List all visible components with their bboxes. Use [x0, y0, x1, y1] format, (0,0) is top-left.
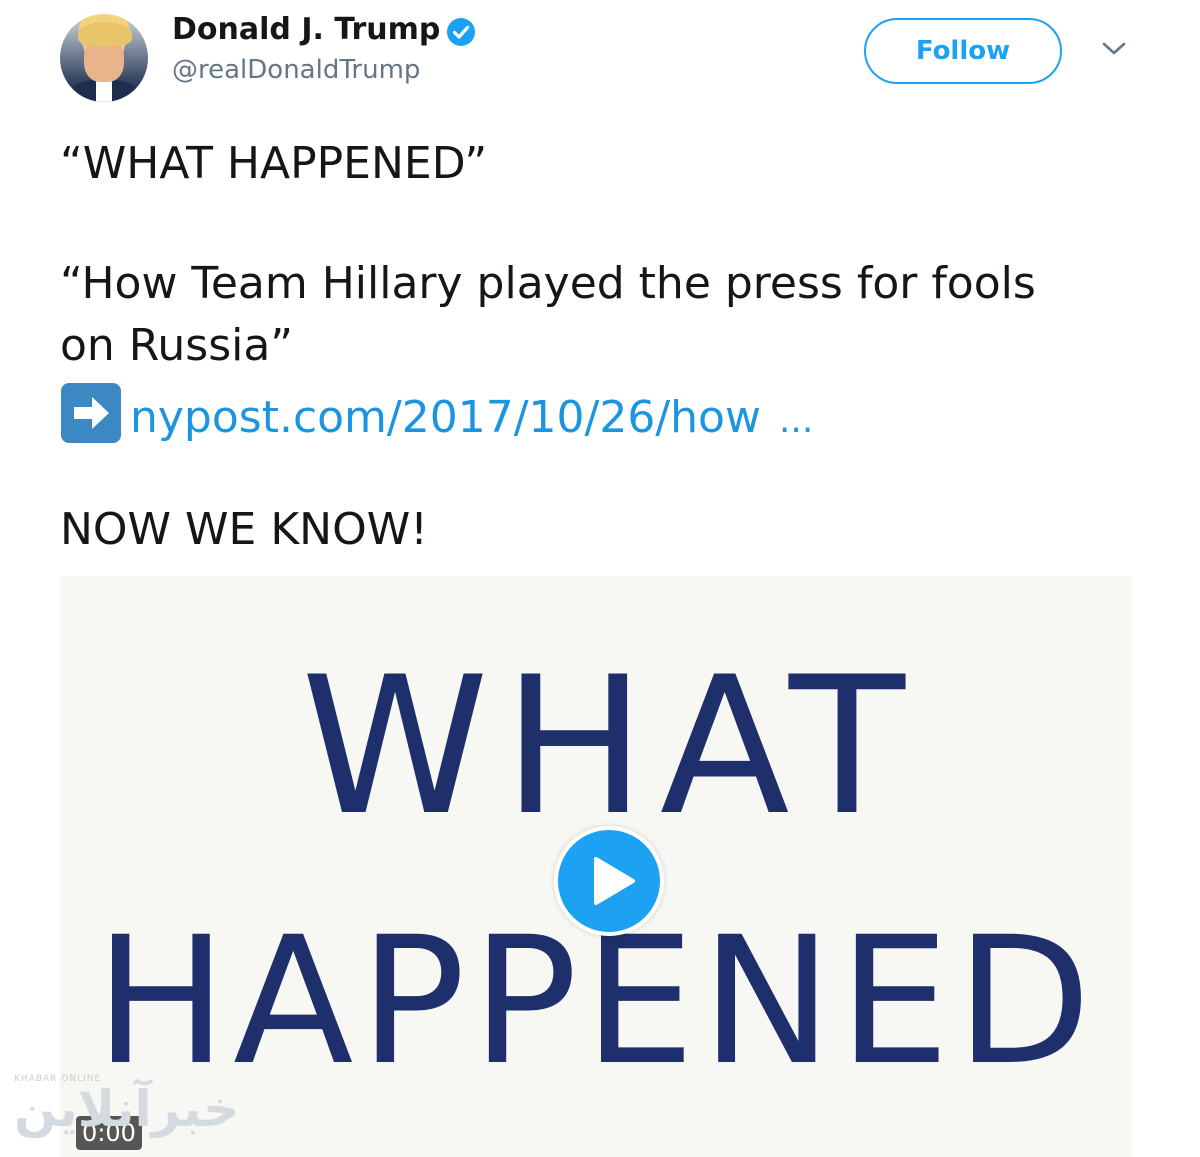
display-name[interactable]: Donald J. Trump	[172, 12, 440, 47]
tweet-text-line: “WHAT HAPPENED”	[60, 138, 488, 189]
tweet-text-line: “How Team Hillary played the press for f…	[60, 258, 1036, 309]
avatar-hair	[78, 22, 132, 46]
play-button[interactable]	[554, 826, 664, 936]
right-arrow-emoji-icon	[61, 383, 121, 443]
user-handle[interactable]: @realDonaldTrump	[172, 55, 420, 85]
avatar-shirt	[96, 80, 112, 102]
tweet-text-line: on Russia”	[60, 320, 294, 371]
watermark-logo: KHABAR ONLINE خبرآنلاین	[14, 1074, 239, 1138]
verified-badge-icon	[447, 18, 475, 46]
video-player[interactable]: WHAT HAPPENED 0:00	[60, 576, 1132, 1157]
tweet-text-line: NOW WE KNOW!	[60, 504, 428, 555]
link-ellipsis: ...	[778, 400, 814, 441]
book-title-line: HAPPENED	[94, 899, 1098, 1104]
tweet-link-line: nypost.com/2017/10/26/how...	[60, 382, 813, 444]
watermark-text: خبرآنلاین	[14, 1080, 240, 1138]
chevron-down-icon[interactable]	[1098, 38, 1130, 60]
book-title-line: WHAT	[300, 636, 920, 857]
follow-button[interactable]: Follow	[864, 18, 1062, 84]
tweet-link[interactable]: nypost.com/2017/10/26/how	[130, 392, 761, 443]
avatar[interactable]	[60, 14, 148, 102]
play-icon	[594, 857, 635, 905]
